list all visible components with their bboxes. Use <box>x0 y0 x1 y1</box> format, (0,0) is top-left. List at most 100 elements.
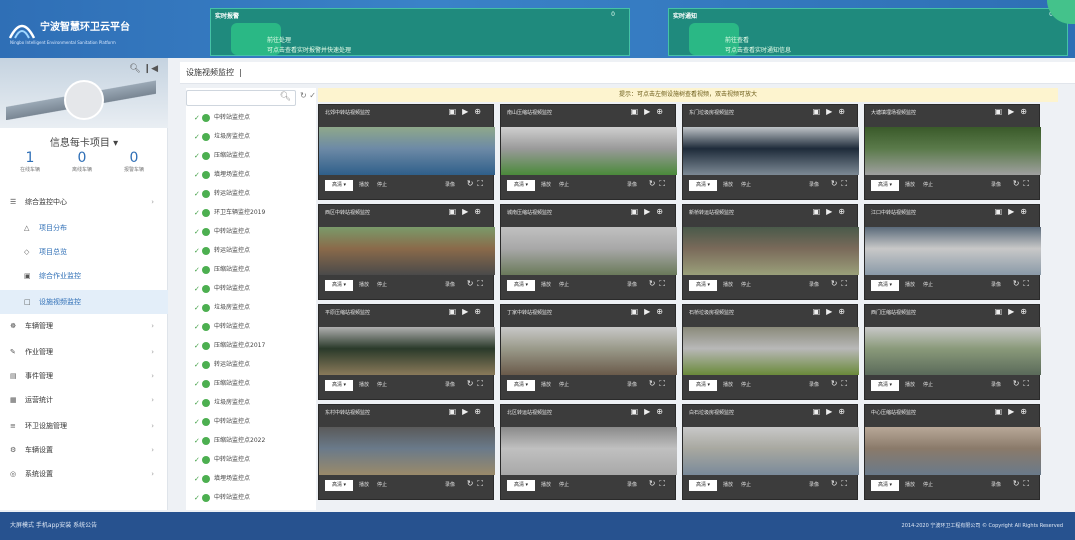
quality-select[interactable]: 高清 ▾ <box>871 280 899 291</box>
stop-button[interactable]: 停止 <box>377 481 387 488</box>
zoom-icon[interactable]: ⊕ <box>1020 407 1033 416</box>
play-button[interactable]: 播放 <box>723 281 733 288</box>
record-button[interactable]: 录像 <box>991 481 1001 488</box>
play-button[interactable]: 播放 <box>905 281 915 288</box>
stop-button[interactable]: 停止 <box>559 281 569 288</box>
fullscreen-icon[interactable]: ⛶ <box>1023 279 1033 288</box>
fullscreen-icon[interactable]: ⛶ <box>477 379 487 388</box>
fullscreen-icon[interactable]: ⛶ <box>477 479 487 488</box>
fullscreen-icon[interactable]: ⛶ <box>477 179 487 188</box>
tree-node[interactable]: ✓ 压缩站监控点 <box>186 376 316 392</box>
record-icon[interactable]: ▶ <box>462 307 474 316</box>
record-button[interactable]: 录像 <box>627 381 637 388</box>
video-cell[interactable]: 北区转运站视频监控 ▣▶⊕ 高清 ▾ 播放 停止 录像 ↻⛶ <box>500 404 677 500</box>
record-icon[interactable]: ▶ <box>826 307 838 316</box>
record-icon[interactable]: ▶ <box>644 307 656 316</box>
quality-select[interactable]: 高清 ▾ <box>689 280 717 291</box>
tab-video-monitor[interactable]: 设施视频监控 | <box>186 67 242 78</box>
play-button[interactable]: 播放 <box>359 181 369 188</box>
snapshot-icon[interactable]: ▣ <box>631 407 645 416</box>
sidebar-item-7[interactable]: ▤ 事件管理 › <box>0 364 168 388</box>
record-button[interactable]: 录像 <box>445 181 455 188</box>
video-frame[interactable] <box>865 327 1041 375</box>
video-frame[interactable] <box>683 427 859 475</box>
tree-node[interactable]: ✓ 中转站监控点 <box>186 281 316 297</box>
check-icon[interactable]: ✓ <box>194 186 200 202</box>
stop-button[interactable]: 停止 <box>559 381 569 388</box>
stop-button[interactable]: 停止 <box>741 181 751 188</box>
check-icon[interactable]: ✓ <box>194 281 200 297</box>
zoom-icon[interactable]: ⊕ <box>474 407 487 416</box>
tree-node[interactable]: ✓ 转运站监控点 <box>186 357 316 373</box>
snapshot-icon[interactable]: ▣ <box>631 207 645 216</box>
sidebar-item-6[interactable]: ✎ 作业管理 › <box>0 340 168 364</box>
fullscreen-icon[interactable]: ⛶ <box>841 479 851 488</box>
zoom-icon[interactable]: ⊕ <box>1020 207 1033 216</box>
snapshot-icon[interactable]: ▣ <box>813 407 827 416</box>
snapshot-icon[interactable]: ▣ <box>449 107 463 116</box>
zoom-icon[interactable]: ⊕ <box>656 307 669 316</box>
refresh-icon[interactable]: ↻ <box>649 479 660 488</box>
record-button[interactable]: 录像 <box>809 481 819 488</box>
stop-button[interactable]: 停止 <box>741 381 751 388</box>
fullscreen-icon[interactable]: ⛶ <box>1023 379 1033 388</box>
stop-button[interactable]: 停止 <box>923 181 933 188</box>
tree-node[interactable]: ✓ 填埋场监控点 <box>186 167 316 183</box>
check-icon[interactable]: ✓ <box>194 243 200 259</box>
video-frame[interactable] <box>683 127 859 175</box>
play-button[interactable]: 播放 <box>541 281 551 288</box>
fullscreen-icon[interactable]: ⛶ <box>659 279 669 288</box>
quality-select[interactable]: 高清 ▾ <box>689 180 717 191</box>
stop-button[interactable]: 停止 <box>559 481 569 488</box>
video-frame[interactable] <box>319 127 495 175</box>
video-cell[interactable]: 白石垃圾房视频监控 ▣▶⊕ 高清 ▾ 播放 停止 录像 ↻⛶ <box>682 404 859 500</box>
zoom-icon[interactable]: ⊕ <box>838 407 851 416</box>
video-cell[interactable]: 南山压缩站视频监控 ▣▶⊕ 高清 ▾ 播放 停止 录像 ↻⛶ <box>500 104 677 200</box>
zoom-icon[interactable]: ⊕ <box>474 107 487 116</box>
sidebar-item-8[interactable]: ▦ 运营统计 › <box>0 388 168 412</box>
record-button[interactable]: 录像 <box>809 381 819 388</box>
play-button[interactable]: 播放 <box>723 181 733 188</box>
play-button[interactable]: 播放 <box>905 381 915 388</box>
zoom-icon[interactable]: ⊕ <box>838 307 851 316</box>
stop-button[interactable]: 停止 <box>377 181 387 188</box>
record-icon[interactable]: ▶ <box>826 107 838 116</box>
sidebar-item-4[interactable]: □ 设施视频监控 <box>0 290 168 314</box>
tree-node[interactable]: ✓ 中转站监控点 <box>186 319 316 335</box>
video-frame[interactable] <box>865 227 1041 275</box>
video-frame[interactable] <box>501 227 677 275</box>
video-frame[interactable] <box>319 227 495 275</box>
record-button[interactable]: 录像 <box>627 481 637 488</box>
snapshot-icon[interactable]: ▣ <box>995 407 1009 416</box>
fullscreen-icon[interactable]: ⛶ <box>1023 479 1033 488</box>
tree-node[interactable]: ✓ 填埋场监控点 <box>186 471 316 487</box>
snapshot-icon[interactable]: ▣ <box>813 207 827 216</box>
tree-node[interactable]: ✓ 中转站监控点 <box>186 110 316 126</box>
video-frame[interactable] <box>683 327 859 375</box>
record-icon[interactable]: ▶ <box>644 407 656 416</box>
video-cell[interactable]: 东门垃圾房视频监控 ▣▶⊕ 高清 ▾ 播放 停止 录像 ↻⛶ <box>682 104 859 200</box>
tree-tools[interactable]: ↻ ✓ <box>300 91 316 100</box>
record-icon[interactable]: ▶ <box>826 407 838 416</box>
snapshot-icon[interactable]: ▣ <box>995 307 1009 316</box>
tree-search-input[interactable]: 🔍︎ <box>186 90 296 106</box>
collapse-icon[interactable]: ❙◀ <box>144 64 158 74</box>
snapshot-icon[interactable]: ▣ <box>813 307 827 316</box>
sidebar-item-5[interactable]: ☸ 车辆管理 › <box>0 314 168 338</box>
tree-node[interactable]: ✓ 中转站监控点 <box>186 490 316 506</box>
video-cell[interactable]: 石桥垃圾房视频监控 ▣▶⊕ 高清 ▾ 播放 停止 录像 ↻⛶ <box>682 304 859 400</box>
check-icon[interactable]: ✓ <box>194 205 200 221</box>
record-icon[interactable]: ▶ <box>462 407 474 416</box>
check-icon[interactable]: ✓ <box>194 433 200 449</box>
tree-node[interactable]: ✓ 压缩站监控点 <box>186 262 316 278</box>
video-frame[interactable] <box>501 127 677 175</box>
sidebar-item-0[interactable]: ☰ 综合监控中心 › <box>0 190 168 214</box>
record-icon[interactable]: ▶ <box>644 107 656 116</box>
quality-select[interactable]: 高清 ▾ <box>325 280 353 291</box>
check-icon[interactable]: ✓ <box>194 300 200 316</box>
stop-button[interactable]: 停止 <box>741 481 751 488</box>
quality-select[interactable]: 高清 ▾ <box>689 480 717 491</box>
snapshot-icon[interactable]: ▣ <box>813 107 827 116</box>
tree-node[interactable]: ✓ 垃圾房监控点 <box>186 395 316 411</box>
check-icon[interactable]: ✓ <box>194 338 200 354</box>
